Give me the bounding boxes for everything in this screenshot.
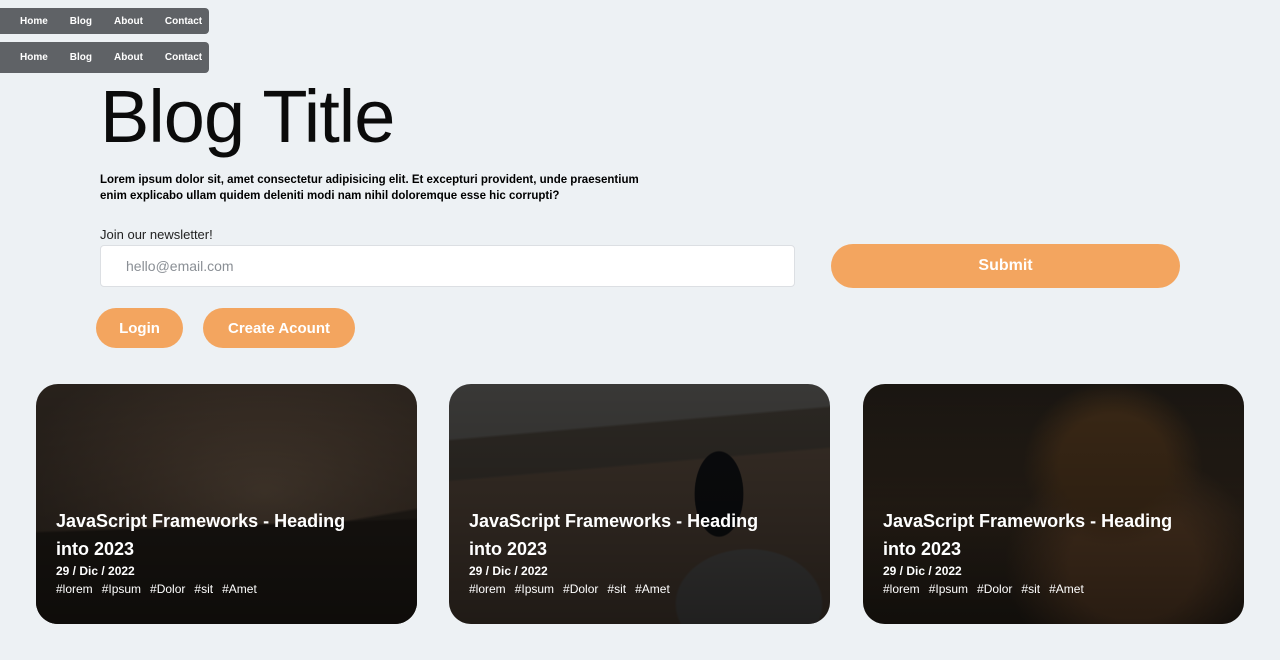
- card-title: JavaScript Frameworks - Heading into 202…: [883, 511, 1173, 559]
- tag[interactable]: #Dolor: [563, 582, 598, 596]
- card-date: 29 / Dic / 2022: [883, 564, 962, 578]
- top-navbar: Home Blog About Contact: [0, 8, 209, 34]
- nav-blog-link[interactable]: Blog: [70, 52, 92, 63]
- tag[interactable]: #Ipsum: [515, 582, 554, 596]
- login-button[interactable]: Login: [96, 308, 183, 348]
- tag[interactable]: #Ipsum: [929, 582, 968, 596]
- tag[interactable]: #sit: [1021, 582, 1040, 596]
- tag[interactable]: #lorem: [56, 582, 93, 596]
- card-tags: #lorem #Ipsum #Dolor #sit #Amet: [56, 582, 377, 596]
- create-account-button[interactable]: Create Acount: [203, 308, 355, 348]
- card-date: 29 / Dic / 2022: [469, 564, 548, 578]
- nav-home-link[interactable]: Home: [20, 16, 48, 27]
- submit-button[interactable]: Submit: [831, 244, 1180, 288]
- card-tags: #lorem #Ipsum #Dolor #sit #Amet: [469, 582, 790, 596]
- tag[interactable]: #sit: [607, 582, 626, 596]
- card-body: JavaScript Frameworks - Heading into 202…: [469, 507, 790, 596]
- card-tags: #lorem #Ipsum #Dolor #sit #Amet: [883, 582, 1204, 596]
- blog-card[interactable]: JavaScript Frameworks - Heading into 202…: [36, 384, 417, 624]
- card-body: JavaScript Frameworks - Heading into 202…: [56, 507, 377, 596]
- page-title: Blog Title: [100, 75, 395, 158]
- newsletter-label: Join our newsletter!: [100, 227, 213, 242]
- intro-paragraph: Lorem ipsum dolor sit, amet consectetur …: [100, 174, 639, 202]
- card-date: 29 / Dic / 2022: [56, 564, 135, 578]
- blog-card[interactable]: JavaScript Frameworks - Heading into 202…: [863, 384, 1244, 624]
- nav-about-link[interactable]: About: [114, 16, 143, 27]
- nav-blog-link[interactable]: Blog: [70, 16, 92, 27]
- tag[interactable]: #lorem: [883, 582, 920, 596]
- tag[interactable]: #sit: [194, 582, 213, 596]
- tag[interactable]: #Amet: [635, 582, 670, 596]
- nav-home-link[interactable]: Home: [20, 52, 48, 63]
- card-title: JavaScript Frameworks - Heading into 202…: [56, 511, 346, 559]
- secondary-navbar: Home Blog About Contact: [0, 42, 209, 73]
- tag[interactable]: #Amet: [1049, 582, 1084, 596]
- nav-about-link[interactable]: About: [114, 52, 143, 63]
- tag[interactable]: #lorem: [469, 582, 506, 596]
- tag[interactable]: #Ipsum: [102, 582, 141, 596]
- newsletter-email-input[interactable]: [100, 245, 795, 287]
- nav-contact-link[interactable]: Contact: [165, 52, 202, 63]
- tag[interactable]: #Dolor: [977, 582, 1012, 596]
- blog-card[interactable]: JavaScript Frameworks - Heading into 202…: [449, 384, 830, 624]
- tag[interactable]: #Amet: [222, 582, 257, 596]
- nav-contact-link[interactable]: Contact: [165, 16, 202, 27]
- tag[interactable]: #Dolor: [150, 582, 185, 596]
- card-body: JavaScript Frameworks - Heading into 202…: [883, 507, 1204, 596]
- card-title: JavaScript Frameworks - Heading into 202…: [469, 511, 759, 559]
